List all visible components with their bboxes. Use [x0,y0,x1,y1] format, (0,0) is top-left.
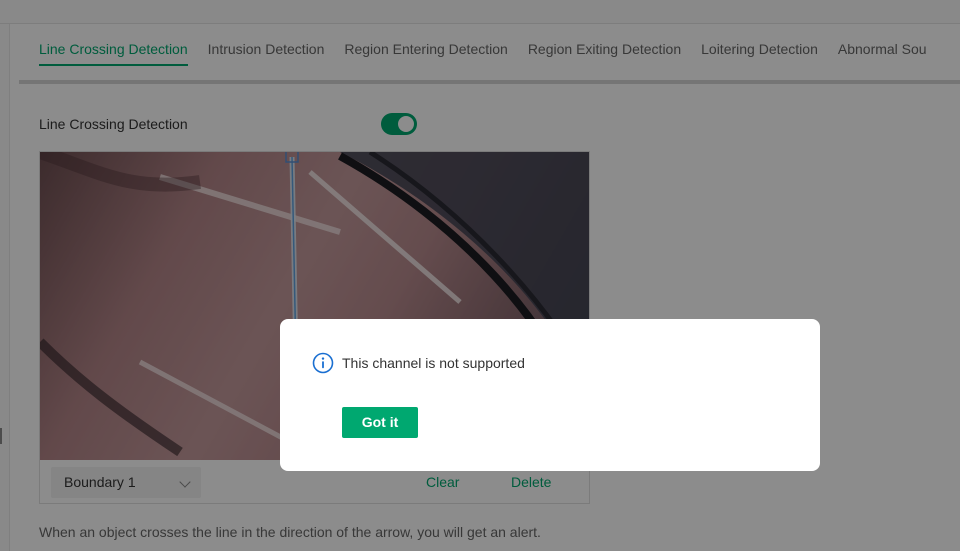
got-it-button[interactable]: Got it [342,407,418,438]
alert-dialog: This channel is not supported Got it [280,319,820,471]
dialog-message: This channel is not supported [342,355,525,371]
info-icon [312,352,334,374]
